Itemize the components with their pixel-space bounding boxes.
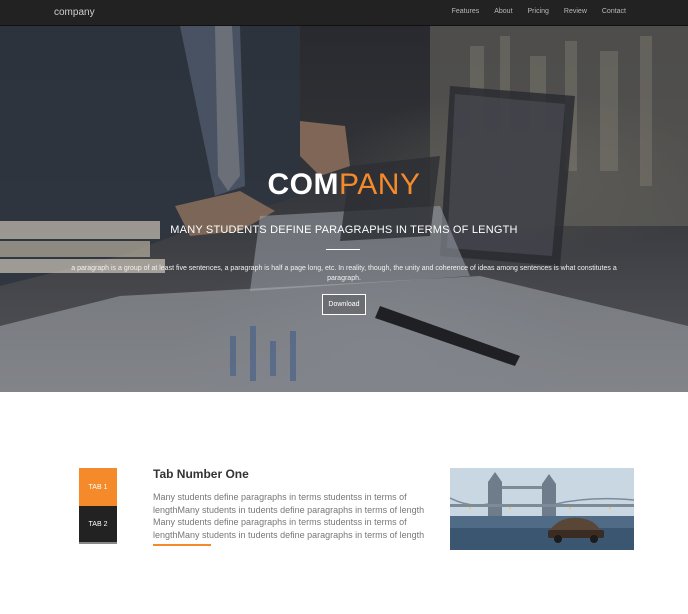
hero-subtitle: MANY STUDENTS DEFINE PARAGRAPHS IN TERMS… [170,224,518,236]
tab-2[interactable]: TAB 2 [79,506,117,544]
brand-link[interactable]: company [54,7,95,18]
tab-heading: Tab Number One [153,467,249,481]
tower-bridge-image [450,468,634,550]
hero-title-orange: PANY [339,168,421,201]
tower-bridge-illustration [450,468,634,550]
nav-link-review[interactable]: Review [564,8,587,15]
tab-1[interactable]: TAB 1 [79,468,117,506]
hero-title-white: COM [267,168,340,201]
nav-link-about[interactable]: About [494,8,512,15]
download-button[interactable]: Download [322,294,366,315]
navbar: company Features About Pricing Review Co… [0,0,688,26]
hero-background-image [0,26,688,392]
nav-link-contact[interactable]: Contact [602,8,626,15]
tab-text: Many students define paragraphs in terms… [153,492,425,540]
tab-list: TAB 1 TAB 2 [79,468,117,544]
tab-accent-line [153,544,211,546]
nav-links: Features About Pricing Review Contact [452,8,626,15]
nav-link-features[interactable]: Features [452,8,480,15]
hero-paragraph: a paragraph is a group of at least five … [71,265,617,282]
hero-divider [326,249,360,250]
hero-title: COMPANY [0,168,688,202]
hero-section: COMPANY MANY STUDENTS DEFINE PARAGRAPHS … [0,26,688,392]
nav-link-pricing[interactable]: Pricing [528,8,549,15]
